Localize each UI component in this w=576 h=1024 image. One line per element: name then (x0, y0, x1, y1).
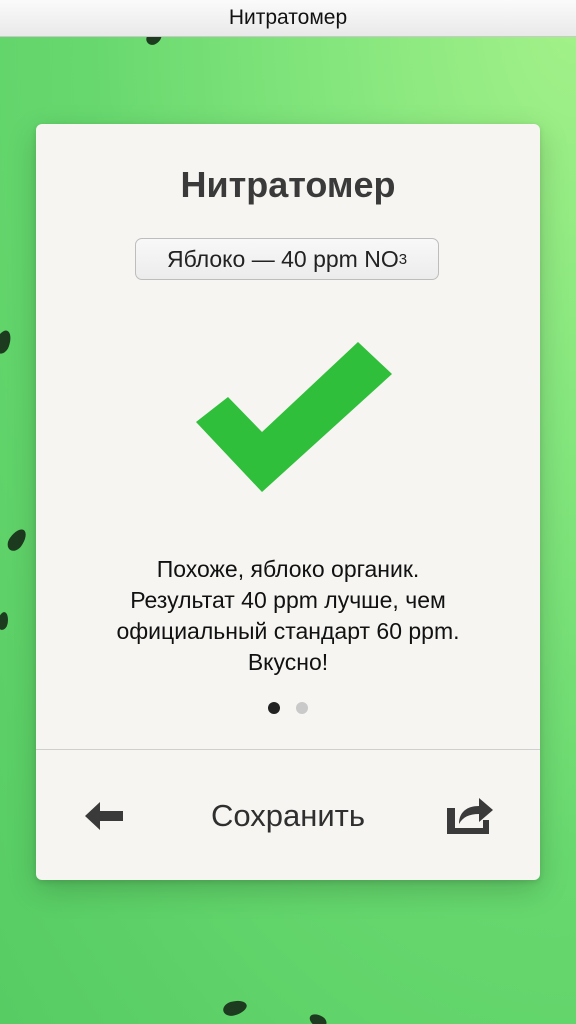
message-line: Похоже, яблоко органик. (156, 556, 420, 582)
result-unit: ppm (313, 245, 358, 272)
page-indicator (36, 702, 540, 714)
result-value: 40 (281, 245, 307, 272)
result-compound-subscript: 3 (398, 250, 408, 268)
share-icon (447, 798, 493, 834)
leaf-decoration (0, 328, 14, 356)
result-product: Яблоко (166, 245, 246, 272)
checkmark-icon (196, 342, 392, 492)
footer-divider (36, 749, 540, 750)
message-line: Результат 40 ppm лучше, чем (130, 587, 446, 613)
save-button[interactable]: Сохранить (176, 792, 400, 840)
result-compound: NO (364, 245, 399, 272)
back-button[interactable] (82, 796, 128, 836)
result-message: Похоже, яблоко органик. Результат 40 ppm… (56, 554, 520, 678)
result-separator: — (251, 245, 275, 272)
leaf-decoration (0, 611, 10, 631)
result-card: Нитратомер Яблоко — 40 ppm NO 3 Похоже, я… (36, 124, 540, 880)
leaf-decoration (4, 526, 30, 554)
page-dot-inactive[interactable] (296, 702, 308, 714)
arrow-left-icon (85, 802, 123, 830)
leaf-decoration (221, 998, 249, 1018)
page-dot-active[interactable] (268, 702, 280, 714)
checkmark-shape (196, 342, 392, 492)
message-line: Вкусно! (247, 649, 329, 675)
share-button[interactable] (442, 790, 498, 838)
window-titlebar: Нитратомер (0, 0, 576, 37)
message-line: официальный стандарт 60 ppm. (116, 618, 460, 644)
result-badge[interactable]: Яблоко — 40 ppm NO 3 (135, 238, 439, 280)
window-title: Нитратомер (228, 6, 348, 29)
leaf-decoration (307, 1011, 329, 1024)
card-title: Нитратомер (180, 164, 396, 205)
